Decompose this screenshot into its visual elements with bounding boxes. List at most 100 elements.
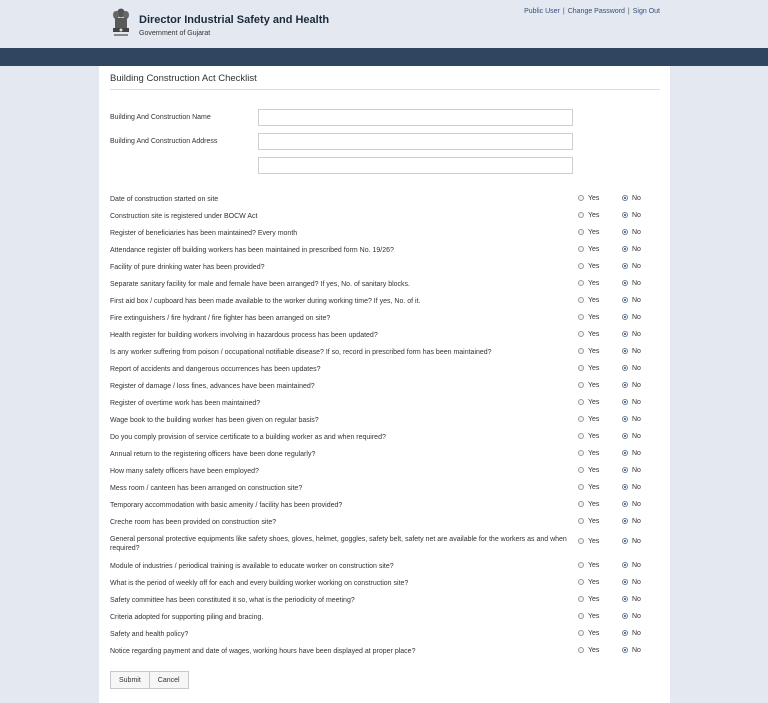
yes-radio-option[interactable]: Yes — [578, 538, 599, 545]
yes-radio-button[interactable] — [578, 538, 584, 544]
no-radio-button[interactable] — [622, 297, 628, 303]
yes-radio-option[interactable]: Yes — [578, 416, 599, 423]
yes-radio-option[interactable]: Yes — [578, 314, 599, 321]
no-radio-option[interactable]: No — [622, 433, 641, 440]
yes-radio-option[interactable]: Yes — [578, 518, 599, 525]
yes-radio-option[interactable]: Yes — [578, 382, 599, 389]
yes-radio-option[interactable]: Yes — [578, 246, 599, 253]
yes-radio-button[interactable] — [578, 331, 584, 337]
no-radio-button[interactable] — [622, 331, 628, 337]
no-radio-option[interactable]: No — [622, 416, 641, 423]
yes-radio-button[interactable] — [578, 647, 584, 653]
no-radio-option[interactable]: No — [622, 613, 641, 620]
no-radio-option[interactable]: No — [622, 297, 641, 304]
no-radio-button[interactable] — [622, 518, 628, 524]
yes-radio-option[interactable]: Yes — [578, 365, 599, 372]
yes-radio-option[interactable]: Yes — [578, 195, 599, 202]
no-radio-button[interactable] — [622, 538, 628, 544]
no-radio-button[interactable] — [622, 195, 628, 201]
no-radio-button[interactable] — [622, 246, 628, 252]
no-radio-button[interactable] — [622, 382, 628, 388]
no-radio-option[interactable]: No — [622, 382, 641, 389]
no-radio-option[interactable]: No — [622, 484, 641, 491]
yes-radio-button[interactable] — [578, 433, 584, 439]
yes-radio-button[interactable] — [578, 212, 584, 218]
yes-radio-option[interactable]: Yes — [578, 212, 599, 219]
change-password-link[interactable]: Change Password — [568, 8, 625, 15]
yes-radio-button[interactable] — [578, 484, 584, 490]
no-radio-button[interactable] — [622, 450, 628, 456]
yes-radio-button[interactable] — [578, 579, 584, 585]
yes-radio-button[interactable] — [578, 314, 584, 320]
no-radio-option[interactable]: No — [622, 348, 641, 355]
no-radio-button[interactable] — [622, 501, 628, 507]
yes-radio-option[interactable]: Yes — [578, 450, 599, 457]
yes-radio-button[interactable] — [578, 195, 584, 201]
yes-radio-option[interactable]: Yes — [578, 348, 599, 355]
no-radio-button[interactable] — [622, 314, 628, 320]
construction-address-line2-input[interactable] — [258, 157, 573, 174]
yes-radio-option[interactable]: Yes — [578, 484, 599, 491]
yes-radio-button[interactable] — [578, 518, 584, 524]
yes-radio-option[interactable]: Yes — [578, 331, 599, 338]
yes-radio-button[interactable] — [578, 613, 584, 619]
yes-radio-button[interactable] — [578, 416, 584, 422]
yes-radio-option[interactable]: Yes — [578, 562, 599, 569]
cancel-button[interactable]: Cancel — [148, 671, 189, 689]
no-radio-option[interactable]: No — [622, 501, 641, 508]
construction-address-input[interactable] — [258, 133, 573, 150]
yes-radio-button[interactable] — [578, 450, 584, 456]
no-radio-button[interactable] — [622, 562, 628, 568]
yes-radio-button[interactable] — [578, 501, 584, 507]
construction-name-input[interactable] — [258, 109, 573, 126]
no-radio-option[interactable]: No — [622, 229, 641, 236]
no-radio-button[interactable] — [622, 348, 628, 354]
yes-radio-option[interactable]: Yes — [578, 467, 599, 474]
no-radio-option[interactable]: No — [622, 331, 641, 338]
yes-radio-option[interactable]: Yes — [578, 501, 599, 508]
yes-radio-option[interactable]: Yes — [578, 297, 599, 304]
yes-radio-option[interactable]: Yes — [578, 399, 599, 406]
no-radio-option[interactable]: No — [622, 579, 641, 586]
no-radio-option[interactable]: No — [622, 280, 641, 287]
yes-radio-button[interactable] — [578, 382, 584, 388]
yes-radio-option[interactable]: Yes — [578, 613, 599, 620]
no-radio-button[interactable] — [622, 596, 628, 602]
yes-radio-button[interactable] — [578, 263, 584, 269]
no-radio-button[interactable] — [622, 647, 628, 653]
yes-radio-button[interactable] — [578, 467, 584, 473]
yes-radio-option[interactable]: Yes — [578, 596, 599, 603]
yes-radio-button[interactable] — [578, 596, 584, 602]
no-radio-option[interactable]: No — [622, 538, 641, 545]
yes-radio-button[interactable] — [578, 280, 584, 286]
public-user-link[interactable]: Public User — [524, 8, 560, 15]
no-radio-option[interactable]: No — [622, 596, 641, 603]
no-radio-button[interactable] — [622, 630, 628, 636]
no-radio-button[interactable] — [622, 433, 628, 439]
no-radio-option[interactable]: No — [622, 562, 641, 569]
no-radio-option[interactable]: No — [622, 399, 641, 406]
no-radio-option[interactable]: No — [622, 450, 641, 457]
submit-button[interactable]: Submit — [110, 671, 150, 689]
yes-radio-option[interactable]: Yes — [578, 433, 599, 440]
no-radio-option[interactable]: No — [622, 518, 641, 525]
no-radio-button[interactable] — [622, 280, 628, 286]
no-radio-option[interactable]: No — [622, 212, 641, 219]
no-radio-button[interactable] — [622, 484, 628, 490]
no-radio-button[interactable] — [622, 613, 628, 619]
yes-radio-button[interactable] — [578, 348, 584, 354]
yes-radio-button[interactable] — [578, 229, 584, 235]
yes-radio-option[interactable]: Yes — [578, 579, 599, 586]
yes-radio-option[interactable]: Yes — [578, 280, 599, 287]
no-radio-option[interactable]: No — [622, 314, 641, 321]
yes-radio-option[interactable]: Yes — [578, 647, 599, 654]
no-radio-button[interactable] — [622, 579, 628, 585]
no-radio-option[interactable]: No — [622, 246, 641, 253]
no-radio-button[interactable] — [622, 399, 628, 405]
yes-radio-button[interactable] — [578, 246, 584, 252]
yes-radio-button[interactable] — [578, 399, 584, 405]
sign-out-link[interactable]: Sign Out — [633, 8, 660, 15]
no-radio-option[interactable]: No — [622, 467, 641, 474]
no-radio-button[interactable] — [622, 212, 628, 218]
no-radio-option[interactable]: No — [622, 630, 641, 637]
